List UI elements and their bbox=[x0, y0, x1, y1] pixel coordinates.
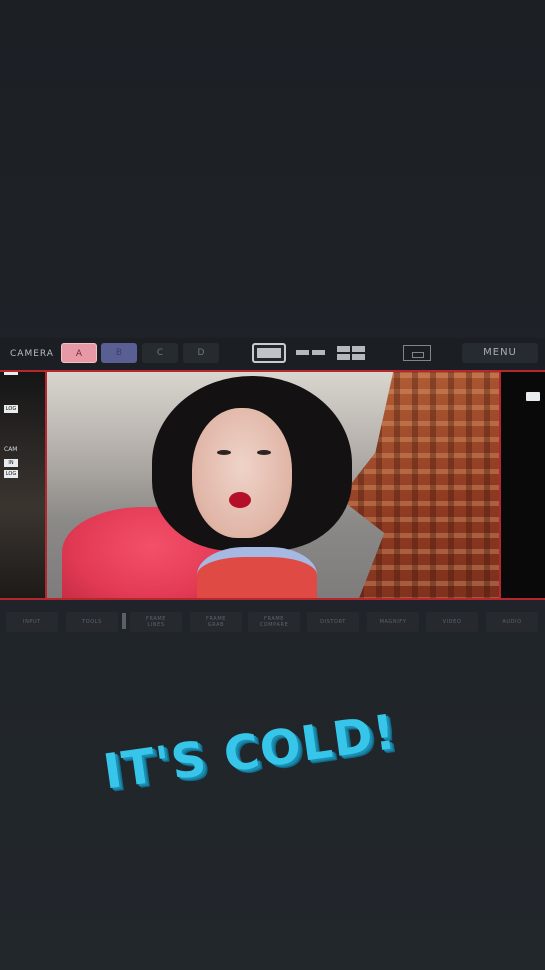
toolbar-separator bbox=[122, 613, 126, 629]
menu-button[interactable]: MENU bbox=[462, 343, 538, 363]
picture-in-picture-icon[interactable] bbox=[403, 345, 431, 361]
its-cold-sticker: IT'S COLD! bbox=[100, 703, 400, 801]
top-tag bbox=[4, 372, 18, 375]
tools-toolbar: INPUT TOOLS FRAME LINES FRAME GRAB FRAME… bbox=[0, 608, 545, 634]
frame-compare-tool-button[interactable]: FRAME COMPARE bbox=[248, 612, 300, 632]
video-tool-button[interactable]: VIDEO bbox=[426, 612, 478, 632]
left-info-panel: LOG CAM IN LOG bbox=[0, 372, 47, 598]
camera-d-button[interactable]: D bbox=[183, 343, 219, 363]
input-tool-button[interactable]: INPUT bbox=[6, 612, 58, 632]
right-eye bbox=[257, 450, 271, 455]
tools-tool-button[interactable]: TOOLS bbox=[66, 612, 118, 632]
cam-label: CAM bbox=[4, 446, 18, 453]
sweater bbox=[197, 547, 317, 598]
camera-a-button[interactable]: A bbox=[61, 343, 97, 363]
frame-lines-tool-button[interactable]: FRAME LINES bbox=[130, 612, 182, 632]
frame-grab-tool-button[interactable]: FRAME GRAB bbox=[190, 612, 242, 632]
distort-tool-button[interactable]: DISTORT bbox=[307, 612, 359, 632]
log-tag-bottom: LOG bbox=[4, 470, 18, 478]
video-viewer[interactable]: LOG CAM IN LOG bbox=[0, 370, 545, 600]
camera-label: CAMERA bbox=[10, 349, 54, 359]
cycle-icon[interactable] bbox=[526, 392, 540, 401]
camera-b-button[interactable]: B bbox=[101, 343, 137, 363]
dual-view-icon[interactable] bbox=[296, 350, 326, 356]
quad-view-icon[interactable] bbox=[337, 346, 365, 360]
face bbox=[192, 408, 292, 538]
camera-c-button[interactable]: C bbox=[142, 343, 178, 363]
audio-tool-button[interactable]: AUDIO bbox=[486, 612, 538, 632]
lips bbox=[229, 492, 251, 508]
in-tag: IN bbox=[4, 459, 18, 467]
left-eye bbox=[217, 450, 231, 455]
video-frame bbox=[47, 372, 500, 598]
single-view-icon[interactable] bbox=[252, 343, 286, 363]
magnify-tool-button[interactable]: MAGNIFY bbox=[367, 612, 419, 632]
log-tag: LOG bbox=[4, 405, 18, 413]
right-info-panel bbox=[499, 372, 545, 598]
